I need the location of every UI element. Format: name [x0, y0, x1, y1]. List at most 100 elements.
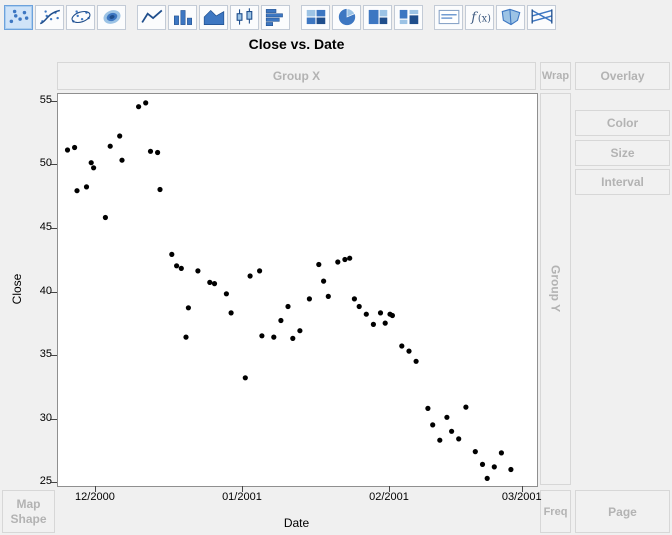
data-point[interactable]: [389, 312, 395, 319]
data-point[interactable]: [157, 186, 163, 193]
data-point[interactable]: [183, 334, 189, 340]
data-point[interactable]: [117, 133, 123, 139]
y-tick-label: 50: [39, 157, 52, 170]
data-point[interactable]: [107, 143, 113, 149]
data-point[interactable]: [399, 343, 405, 349]
data-point[interactable]: [297, 328, 303, 334]
data-point[interactable]: [259, 333, 265, 339]
data-point[interactable]: [119, 157, 125, 163]
drop-zone-interval[interactable]: Interval: [575, 169, 670, 195]
plot-area[interactable]: [57, 93, 538, 487]
formula-icon[interactable]: f (x): [465, 4, 494, 30]
ellipse-icon[interactable]: [66, 4, 95, 30]
smoother-icon[interactable]: [35, 4, 64, 30]
line-icon[interactable]: [137, 4, 166, 30]
data-point[interactable]: [143, 100, 149, 106]
data-point[interactable]: [347, 255, 353, 261]
drop-zone-group-y[interactable]: Group Y: [540, 93, 571, 485]
data-point[interactable]: [484, 475, 490, 481]
data-point[interactable]: [83, 184, 90, 190]
treemap-icon[interactable]: [363, 4, 392, 30]
x-tick-label: 02/2001: [369, 491, 409, 503]
data-point[interactable]: [351, 296, 357, 302]
data-point[interactable]: [479, 461, 486, 467]
drop-zone-map-shape[interactable]: Map Shape: [2, 490, 55, 533]
points-icon[interactable]: [4, 4, 33, 30]
drop-zone-color[interactable]: Color: [575, 110, 670, 136]
area-icon[interactable]: [199, 4, 228, 30]
data-point[interactable]: [257, 268, 263, 274]
data-point[interactable]: [64, 147, 71, 153]
data-point[interactable]: [306, 296, 312, 302]
data-point[interactable]: [147, 148, 154, 154]
data-point[interactable]: [425, 405, 431, 411]
data-point[interactable]: [321, 278, 327, 284]
data-point[interactable]: [88, 160, 94, 166]
data-point[interactable]: [370, 321, 376, 327]
data-point[interactable]: [185, 305, 191, 311]
box-plot-icon[interactable]: [230, 4, 259, 30]
data-point[interactable]: [342, 256, 348, 263]
map-shapes-icon[interactable]: [496, 4, 525, 30]
drop-zone-group-y-label: Group Y: [548, 265, 563, 313]
data-point[interactable]: [174, 263, 180, 269]
data-point[interactable]: [437, 437, 443, 443]
data-point[interactable]: [228, 310, 234, 316]
data-point[interactable]: [377, 310, 384, 316]
data-point[interactable]: [363, 311, 369, 317]
mosaic-icon[interactable]: [394, 4, 423, 30]
contour-icon[interactable]: [97, 4, 126, 30]
data-point[interactable]: [195, 268, 201, 274]
pie-icon[interactable]: [332, 4, 361, 30]
parallel-icon[interactable]: [527, 4, 556, 30]
data-point[interactable]: [472, 449, 478, 455]
data-point[interactable]: [169, 251, 175, 257]
data-point[interactable]: [406, 348, 412, 354]
data-point[interactable]: [356, 303, 362, 310]
data-point[interactable]: [72, 144, 78, 151]
caption-box-icon[interactable]: [434, 4, 463, 30]
drop-zone-overlay[interactable]: Overlay: [575, 62, 670, 90]
drop-zone-page[interactable]: Page: [575, 490, 670, 533]
data-point[interactable]: [155, 149, 161, 156]
data-point[interactable]: [271, 334, 277, 340]
data-point[interactable]: [285, 303, 291, 310]
drop-zone-wrap[interactable]: Wrap: [540, 62, 571, 90]
data-point[interactable]: [444, 414, 450, 420]
data-point[interactable]: [413, 358, 419, 364]
histogram-icon[interactable]: [261, 4, 290, 30]
data-point[interactable]: [278, 317, 284, 324]
x-tick-mark: [521, 486, 523, 492]
data-point[interactable]: [242, 375, 248, 381]
data-point[interactable]: [491, 464, 497, 470]
data-point[interactable]: [335, 259, 341, 265]
drop-zone-overlay-label: Overlay: [600, 69, 645, 83]
drop-zone-page-label: Page: [608, 504, 637, 519]
data-point[interactable]: [498, 450, 504, 456]
data-point[interactable]: [178, 265, 184, 271]
drop-zone-freq-label: Freq: [543, 505, 568, 518]
data-point[interactable]: [316, 261, 322, 268]
data-point[interactable]: [463, 404, 469, 410]
data-point[interactable]: [325, 293, 331, 299]
x-tick-label: 12/2000: [75, 491, 115, 503]
data-point[interactable]: [430, 422, 436, 428]
data-point[interactable]: [382, 320, 388, 326]
data-point[interactable]: [456, 436, 462, 442]
data-point[interactable]: [207, 279, 213, 285]
data-point[interactable]: [508, 466, 514, 473]
data-point[interactable]: [102, 214, 108, 221]
heatmap-icon[interactable]: [301, 4, 330, 30]
data-point[interactable]: [91, 165, 97, 171]
drop-zone-group-x[interactable]: Group X: [57, 62, 536, 90]
y-tick-mark: [51, 355, 57, 357]
data-point[interactable]: [223, 291, 229, 297]
data-point[interactable]: [136, 104, 142, 110]
data-point[interactable]: [211, 281, 218, 287]
data-point[interactable]: [247, 273, 253, 279]
data-point[interactable]: [74, 188, 80, 194]
bar-icon[interactable]: [168, 4, 197, 30]
data-point[interactable]: [449, 428, 455, 434]
drop-zone-size[interactable]: Size: [575, 140, 670, 166]
data-point[interactable]: [290, 335, 296, 341]
